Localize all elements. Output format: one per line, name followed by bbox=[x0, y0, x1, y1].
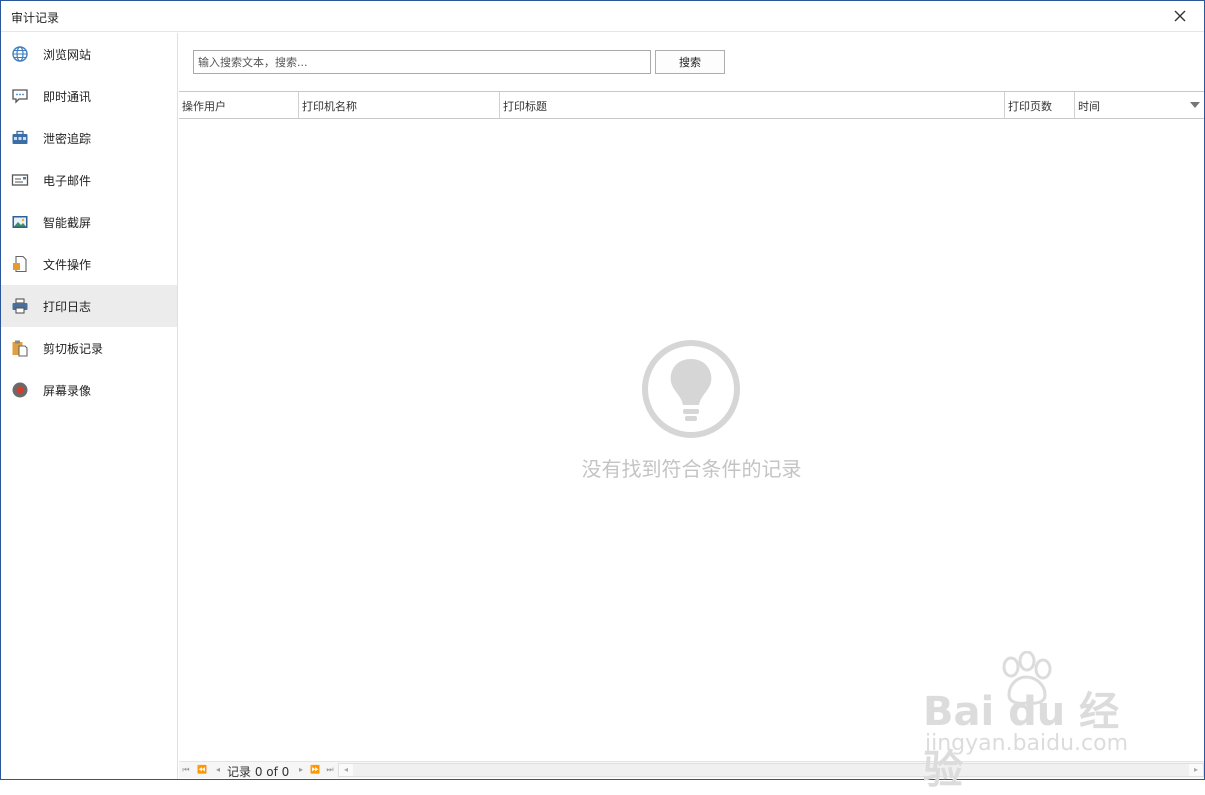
first-page-icon[interactable]: ⏮ bbox=[181, 765, 191, 775]
sidebar-item-email[interactable]: 电子邮件 bbox=[1, 159, 177, 201]
column-header-time[interactable]: 时间 bbox=[1074, 92, 1204, 119]
email-icon bbox=[11, 171, 29, 189]
chat-icon bbox=[11, 87, 29, 105]
sidebar-item-screenshot[interactable]: 智能截屏 bbox=[1, 201, 177, 243]
prev-block-icon[interactable]: ⏪ bbox=[197, 765, 207, 775]
column-header-time-label: 时间 bbox=[1078, 99, 1100, 113]
table-header: 操作用户 打印机名称 打印标题 打印页数 时间 bbox=[179, 91, 1204, 119]
clipboard-icon bbox=[11, 339, 29, 357]
empty-state-message: 没有找到符合条件的记录 bbox=[581, 457, 802, 481]
next-page-icon[interactable]: ▸ bbox=[296, 765, 306, 775]
sidebar-item-screen-record[interactable]: 屏幕录像 bbox=[1, 369, 177, 411]
sidebar-item-label: 即时通讯 bbox=[43, 90, 92, 104]
file-icon bbox=[11, 255, 29, 273]
prev-page-icon[interactable]: ◂ bbox=[213, 765, 223, 775]
close-icon bbox=[1174, 10, 1186, 22]
sidebar-item-label: 浏览网站 bbox=[43, 48, 92, 62]
column-header-print-title[interactable]: 打印标题 bbox=[499, 92, 1004, 119]
sidebar-item-label: 泄密追踪 bbox=[43, 132, 92, 146]
search-input[interactable] bbox=[193, 50, 651, 74]
sidebar-item-label: 电子邮件 bbox=[43, 174, 92, 188]
scroll-left-icon[interactable]: ◂ bbox=[339, 764, 353, 776]
column-header-pages[interactable]: 打印页数 bbox=[1004, 92, 1074, 119]
sidebar-item-file-ops[interactable]: 文件操作 bbox=[1, 243, 177, 285]
column-header-user[interactable]: 操作用户 bbox=[179, 92, 298, 119]
window-title: 审计记录 bbox=[11, 11, 60, 25]
last-page-icon[interactable]: ⏭ bbox=[325, 765, 335, 775]
sidebar-item-label: 剪切板记录 bbox=[43, 342, 104, 356]
close-button[interactable] bbox=[1164, 3, 1196, 29]
lightbulb-icon bbox=[642, 340, 740, 438]
record-icon bbox=[11, 381, 29, 399]
sidebar-item-label: 屏幕录像 bbox=[43, 384, 92, 398]
sort-dropdown-icon[interactable] bbox=[1190, 102, 1200, 108]
sidebar-item-im[interactable]: 即时通讯 bbox=[1, 75, 177, 117]
sidebar-item-print-log[interactable]: 打印日志 bbox=[1, 285, 177, 327]
pager-count: 0 of 0 bbox=[254, 765, 290, 779]
horizontal-scrollbar[interactable]: ◂ ▸ bbox=[338, 763, 1204, 777]
pager-status: 记录 0 of 0 bbox=[227, 763, 289, 780]
pager-bar: ⏮ ⏪ ◂ 记录 0 of 0 ▸ ⏩ ⏭ ◂ ▸ bbox=[179, 761, 1204, 780]
sidebar-item-label: 文件操作 bbox=[43, 258, 92, 272]
globe-icon bbox=[11, 45, 29, 63]
sidebar-item-label: 打印日志 bbox=[43, 300, 92, 314]
sidebar-item-clipboard[interactable]: 剪切板记录 bbox=[1, 327, 177, 369]
sidebar-item-browse[interactable]: 浏览网站 bbox=[1, 33, 177, 75]
screenshot-icon bbox=[11, 213, 29, 231]
search-button[interactable]: 搜索 bbox=[655, 50, 725, 74]
sidebar-item-label: 智能截屏 bbox=[43, 216, 92, 230]
printer-icon bbox=[11, 297, 29, 315]
briefcase-icon bbox=[11, 129, 29, 147]
main-panel: 搜索 操作用户 打印机名称 打印标题 打印页数 时间 没有找到符合条件的记录 ⏮… bbox=[179, 33, 1204, 779]
scroll-right-icon[interactable]: ▸ bbox=[1189, 764, 1203, 776]
pager-prefix: 记录 bbox=[227, 765, 252, 779]
sidebar-item-leak-tracking[interactable]: 泄密追踪 bbox=[1, 117, 177, 159]
next-block-icon[interactable]: ⏩ bbox=[310, 765, 320, 775]
audit-window: 审计记录 浏览网站 即时通讯 泄密追踪 电子邮件 智能截屏 文件操作 打印日志 … bbox=[0, 0, 1205, 793]
sidebar: 浏览网站 即时通讯 泄密追踪 电子邮件 智能截屏 文件操作 打印日志 剪切板记录… bbox=[1, 33, 178, 779]
title-bar: 审计记录 bbox=[1, 1, 1204, 32]
column-header-printer[interactable]: 打印机名称 bbox=[298, 92, 499, 119]
